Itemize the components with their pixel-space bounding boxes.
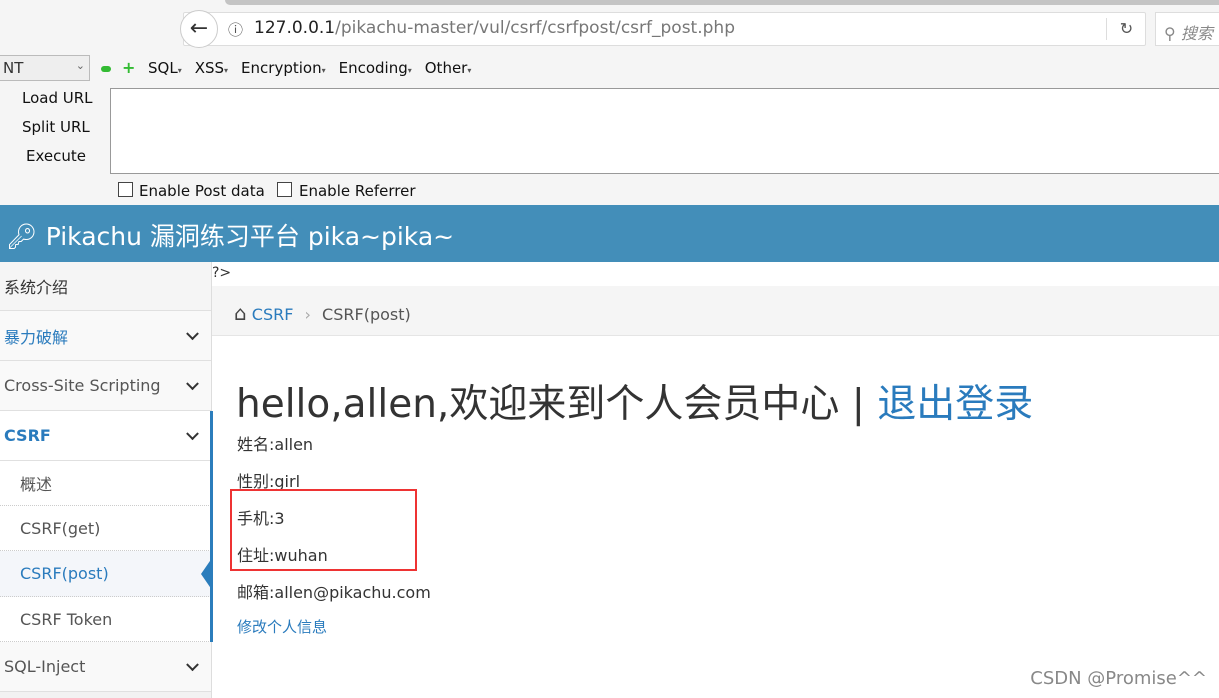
- plus-icon[interactable]: +: [122, 58, 135, 77]
- sidebar-item-label: 概述: [20, 475, 53, 494]
- breadcrumb: ⌂ CSRF › CSRF(post): [212, 286, 1219, 336]
- site-header: 🔑︎ Pikachu 漏洞练习平台 pika~pika~: [0, 205, 1219, 262]
- chevron-down-icon: [186, 426, 199, 440]
- search-placeholder: 搜索: [1180, 24, 1213, 43]
- chevron-down-icon: ⌄: [75, 59, 85, 72]
- menu-sql[interactable]: SQL▾: [148, 59, 182, 77]
- load-url-button[interactable]: Load URL: [22, 89, 93, 107]
- enable-referrer-checkbox[interactable]: [277, 182, 292, 197]
- page-heading: hello,allen,欢迎来到个人会员中心 | 退出登录: [236, 373, 1033, 429]
- logout-link[interactable]: 退出登录: [877, 382, 1033, 427]
- field-name: 姓名:allen: [237, 435, 314, 454]
- sidebar-item-csrf-get[interactable]: CSRF(get): [0, 506, 211, 551]
- welcome-text: hello,allen,欢迎来到个人会员中心 |: [236, 382, 878, 427]
- search-icon: ⚲: [1164, 24, 1176, 43]
- breadcrumb-csrf[interactable]: CSRF: [252, 305, 294, 324]
- sidebar-item-intro[interactable]: 系统介绍: [0, 262, 211, 311]
- minus-icon[interactable]: [101, 66, 111, 72]
- url-path: /pikachu-master/vul/csrf/csrfpost/csrf_p…: [335, 18, 735, 38]
- highlight-box: [230, 489, 417, 571]
- menu-label: XSS: [194, 59, 225, 77]
- chevron-down-icon: [186, 376, 199, 390]
- info-icon[interactable]: ⓘ: [228, 19, 243, 40]
- field-email: 邮箱:allen@pikachu.com: [237, 583, 431, 602]
- site-title[interactable]: Pikachu 漏洞练习平台 pika~pika~: [46, 222, 454, 251]
- enable-post-label: Enable Post data: [139, 182, 265, 200]
- breadcrumb-current: CSRF(post): [322, 305, 411, 324]
- sidebar-item-overview[interactable]: 概述: [0, 461, 211, 506]
- execute-button[interactable]: Execute: [26, 147, 86, 165]
- url-host: 127.0.0.1: [254, 18, 336, 38]
- sidebar-item-label: CSRF Token: [20, 609, 113, 629]
- sidebar-item-csrf-post[interactable]: CSRF(post): [0, 551, 211, 597]
- sidebar-item-label: SQL-Inject: [4, 657, 86, 676]
- hackbar-url-textarea[interactable]: [110, 88, 1219, 174]
- chevron-down-icon: [186, 326, 199, 340]
- sidebar-item-label: CSRF(post): [20, 564, 109, 583]
- sidebar-item-label: CSRF(get): [20, 518, 101, 538]
- chevron-down-icon: [186, 657, 199, 671]
- sidebar-item-label: 暴力破解: [4, 327, 69, 347]
- home-icon[interactable]: ⌂: [234, 301, 247, 325]
- menu-label: Encryption: [241, 59, 322, 77]
- search-input[interactable]: ⚲ 搜索: [1155, 12, 1219, 46]
- select-value: NT: [3, 59, 24, 77]
- menu-xss[interactable]: XSS▾: [195, 59, 228, 77]
- menu-label: Encoding: [338, 59, 408, 77]
- key-icon: 🔑︎: [6, 222, 38, 251]
- hackbar-menus: SQL▾ XSS▾ Encryption▾ Encoding▾ Other▾: [148, 59, 471, 77]
- split-url-button[interactable]: Split URL: [22, 118, 90, 136]
- tab-strip: [225, 0, 1219, 5]
- active-item-arrow: [201, 558, 212, 590]
- back-button[interactable]: ←: [180, 10, 218, 48]
- enable-referrer-label: Enable Referrer: [299, 182, 416, 200]
- hackbar-select[interactable]: NT ⌄: [0, 55, 90, 81]
- sidebar-item-label: CSRF: [4, 426, 51, 445]
- menu-label: Other: [424, 59, 468, 77]
- edit-profile-link[interactable]: 修改个人信息: [237, 616, 327, 637]
- sidebar-item-label: Cross-Site Scripting: [4, 376, 161, 395]
- menu-other[interactable]: Other▾: [425, 59, 472, 77]
- sidebar: 系统介绍 暴力破解 Cross-Site Scripting CSRF 概述 C…: [0, 262, 212, 698]
- breadcrumb-separator: ›: [304, 305, 311, 324]
- url-text[interactable]: 127.0.0.1/pikachu-master/vul/csrf/csrfpo…: [254, 18, 735, 38]
- sidebar-item-label: 系统介绍: [4, 278, 69, 297]
- reload-icon[interactable]: ↻: [1106, 18, 1146, 40]
- menu-encryption[interactable]: Encryption▾: [241, 59, 326, 77]
- menu-encoding[interactable]: Encoding▾: [339, 59, 412, 77]
- sidebar-item-csrf[interactable]: CSRF: [0, 411, 211, 461]
- active-section-bar: [210, 411, 213, 642]
- enable-post-checkbox[interactable]: [118, 182, 133, 197]
- menu-label: SQL: [148, 59, 178, 77]
- sidebar-item-csrf-token[interactable]: CSRF Token: [0, 597, 211, 642]
- watermark: CSDN @Promise^^: [1030, 668, 1207, 689]
- stray-text: ?>: [212, 265, 232, 281]
- sidebar-item-sqli[interactable]: SQL-Inject: [0, 642, 211, 692]
- sidebar-item-bruteforce[interactable]: 暴力破解: [0, 311, 211, 361]
- sidebar-item-xss[interactable]: Cross-Site Scripting: [0, 361, 211, 411]
